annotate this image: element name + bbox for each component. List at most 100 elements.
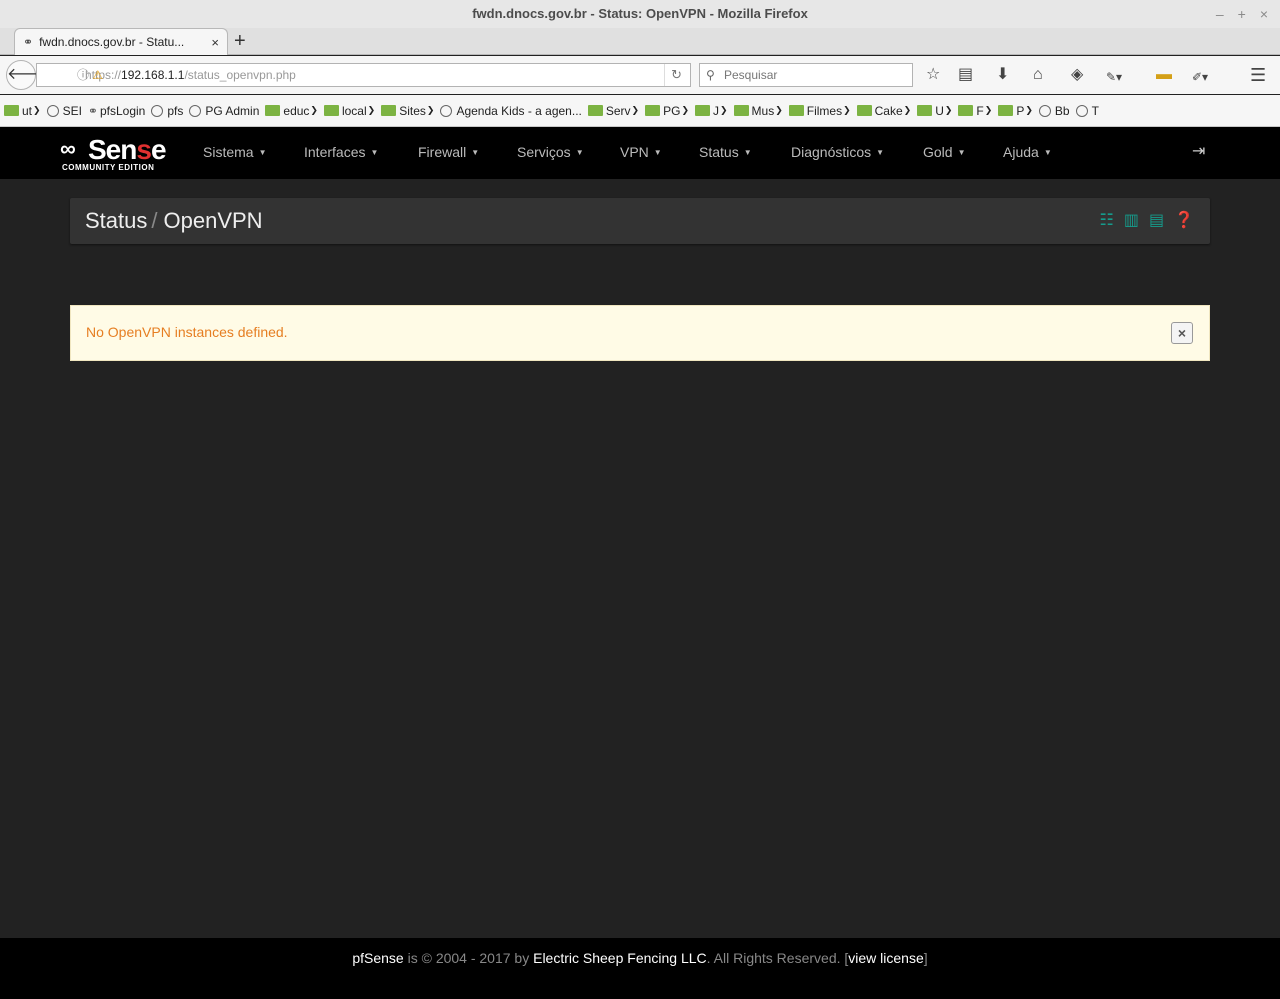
bookmarks-toolbar: ut ❯ SEI ⚭ pfsLogin pfs PG Admin educ ❯ loc…	[0, 95, 1280, 127]
eyedropper-icon[interactable]: ✐▾	[1192, 66, 1208, 88]
bookmark-item[interactable]: Filmes ❯	[788, 104, 851, 118]
pfsense-favicon-icon: ⚭	[23, 35, 34, 49]
bookmark-item[interactable]: Sites ❯	[381, 104, 434, 118]
menu-status[interactable]: Status ▼	[699, 127, 752, 179]
globe-icon	[1075, 104, 1088, 117]
back-button[interactable]: 🡐	[6, 60, 50, 90]
breadcrumb-parent[interactable]: Status	[85, 208, 147, 233]
extension-icon[interactable]: ✎▾	[1106, 66, 1122, 88]
url-host: 192.168.1.1	[121, 68, 185, 82]
bookmark-item[interactable]: SEI	[46, 104, 82, 118]
bookmark-item[interactable]: P ❯	[998, 104, 1033, 118]
window-title: fwdn.dnocs.gov.br - Status: OpenVPN - Mo…	[472, 6, 808, 21]
browser-tab[interactable]: ⚭ fwdn.dnocs.gov.br - Statu... ×	[14, 28, 228, 55]
site-info-icons[interactable]: ⓘ ⚠	[77, 64, 103, 86]
search-placeholder: Pesquisar	[724, 68, 778, 82]
bookmark-item[interactable]: pfs	[151, 104, 183, 118]
folder-icon	[733, 105, 749, 116]
bookmark-item[interactable]: J ❯	[694, 104, 728, 118]
insecure-warning-icon: ⚠	[92, 68, 104, 82]
menu-gold[interactable]: Gold ▼	[923, 127, 966, 179]
new-tab-button[interactable]: +	[234, 30, 246, 52]
folder-icon	[587, 105, 603, 116]
footer-copyright: is © 2004 - 2017 by	[403, 950, 534, 966]
bookmark-item[interactable]: Bb	[1038, 104, 1070, 118]
tab-strip: ⚭ fwdn.dnocs.gov.br - Statu... × +	[0, 28, 1280, 55]
downloads-icon[interactable]: ⬇	[996, 64, 1009, 86]
help-icon[interactable]: ❓	[1174, 210, 1194, 230]
footer-end: ]	[923, 950, 928, 966]
pfsense-logo[interactable]: ∞ Sense COMMUNITY EDITION	[60, 134, 175, 174]
bookmark-item[interactable]: PG ❯	[645, 104, 689, 118]
folder-icon	[381, 105, 397, 116]
menu-diagnosticos[interactable]: Diagnósticos ▼	[791, 127, 884, 179]
bookmark-item[interactable]: PG Admin	[189, 104, 259, 118]
alert-message: No OpenVPN instances defined.	[86, 324, 288, 340]
header-shortcuts: ☷ ▥ ▤ ❓	[1099, 210, 1194, 230]
footer-license-link[interactable]: view license	[848, 950, 923, 966]
globe-icon	[1038, 104, 1051, 117]
folder-icon	[265, 105, 281, 116]
page-header: Status / OpenVPN ☷ ▥ ▤ ❓	[70, 198, 1210, 244]
bookmark-item[interactable]: T	[1075, 104, 1099, 118]
page-footer: pfSense is © 2004 - 2017 by Electric She…	[0, 938, 1280, 999]
menu-sistema[interactable]: Sistema ▼	[203, 127, 267, 179]
tab-title: fwdn.dnocs.gov.br - Statu...	[39, 35, 185, 49]
pfsense-navbar: ∞ Sense COMMUNITY EDITION Sistema ▼ Inter…	[0, 127, 1280, 179]
breadcrumb-current: OpenVPN	[163, 208, 263, 233]
globe-icon	[189, 104, 202, 117]
bookmark-star-icon[interactable]: ☆	[926, 64, 940, 86]
bookmark-item[interactable]: local ❯	[323, 104, 375, 118]
maximize-button[interactable]: +	[1238, 0, 1246, 28]
tab-close-icon[interactable]: ×	[211, 35, 219, 50]
bookmark-item[interactable]: U ❯	[917, 104, 952, 118]
search-input[interactable]: ⚲ Pesquisar	[699, 63, 913, 87]
hamburger-menu-icon[interactable]: ☰	[1250, 64, 1266, 86]
bar-chart-icon[interactable]: ▥	[1124, 210, 1139, 230]
minimize-button[interactable]: –	[1216, 0, 1224, 28]
menu-servicos[interactable]: Serviços ▼	[517, 127, 584, 179]
globe-icon	[440, 104, 453, 117]
sliders-icon[interactable]: ☷	[1099, 210, 1113, 230]
folder-icon	[998, 105, 1014, 116]
folder-icon	[694, 105, 710, 116]
menu-ajuda[interactable]: Ajuda ▼	[1003, 127, 1052, 179]
window-titlebar: fwdn.dnocs.gov.br - Status: OpenVPN - Mo…	[0, 0, 1280, 28]
bookmark-item[interactable]: F ❯	[958, 104, 992, 118]
url-path: /status_openvpn.php	[184, 68, 296, 82]
breadcrumb-separator: /	[151, 208, 158, 233]
list-icon[interactable]: ▤	[1149, 210, 1164, 230]
pocket-icon[interactable]: ◈	[1071, 64, 1083, 86]
folder-icon	[917, 105, 933, 116]
ruler-icon[interactable]: ▬	[1156, 64, 1172, 86]
footer-product-link[interactable]: pfSense	[352, 950, 403, 966]
reload-icon[interactable]: ↻	[664, 64, 682, 86]
bookmark-item[interactable]: Agenda Kids - a agen...	[440, 104, 582, 118]
menu-firewall[interactable]: Firewall ▼	[418, 127, 479, 179]
folder-icon	[856, 105, 872, 116]
footer-rights: . All Rights Reserved. [	[706, 950, 849, 966]
folder-icon	[958, 105, 974, 116]
bookmark-item[interactable]: Mus ❯	[733, 104, 783, 118]
breadcrumb: Status / OpenVPN	[85, 208, 263, 234]
pfsense-mark-icon: ∞	[60, 136, 76, 161]
url-bar[interactable]: ⓘ ⚠ https://192.168.1.1/status_openvpn.p…	[36, 63, 691, 87]
bookmark-item[interactable]: Serv ❯	[587, 104, 639, 118]
bookmark-item[interactable]: ⚭ pfsLogin	[88, 104, 145, 118]
reading-list-icon[interactable]: ▤	[958, 64, 973, 86]
logout-icon[interactable]: ⇥	[1192, 141, 1205, 161]
bookmark-item[interactable]: Cake ❯	[856, 104, 911, 118]
footer-company-link[interactable]: Electric Sheep Fencing LLC	[533, 950, 707, 966]
folder-icon	[4, 105, 19, 116]
pfsense-favicon-icon: ⚭	[87, 103, 98, 118]
close-window-button[interactable]: ×	[1260, 0, 1268, 28]
alert-close-button[interactable]: ×	[1171, 322, 1193, 344]
menu-interfaces[interactable]: Interfaces ▼	[304, 127, 378, 179]
home-icon[interactable]: ⌂	[1033, 64, 1043, 86]
globe-icon	[151, 104, 164, 117]
logo-edition: COMMUNITY EDITION	[62, 163, 155, 172]
menu-vpn[interactable]: VPN ▼	[620, 127, 662, 179]
logo-wordmark: Sense	[88, 134, 166, 165]
bookmark-item[interactable]: ut ❯	[4, 104, 41, 118]
bookmark-item[interactable]: educ ❯	[265, 104, 318, 118]
